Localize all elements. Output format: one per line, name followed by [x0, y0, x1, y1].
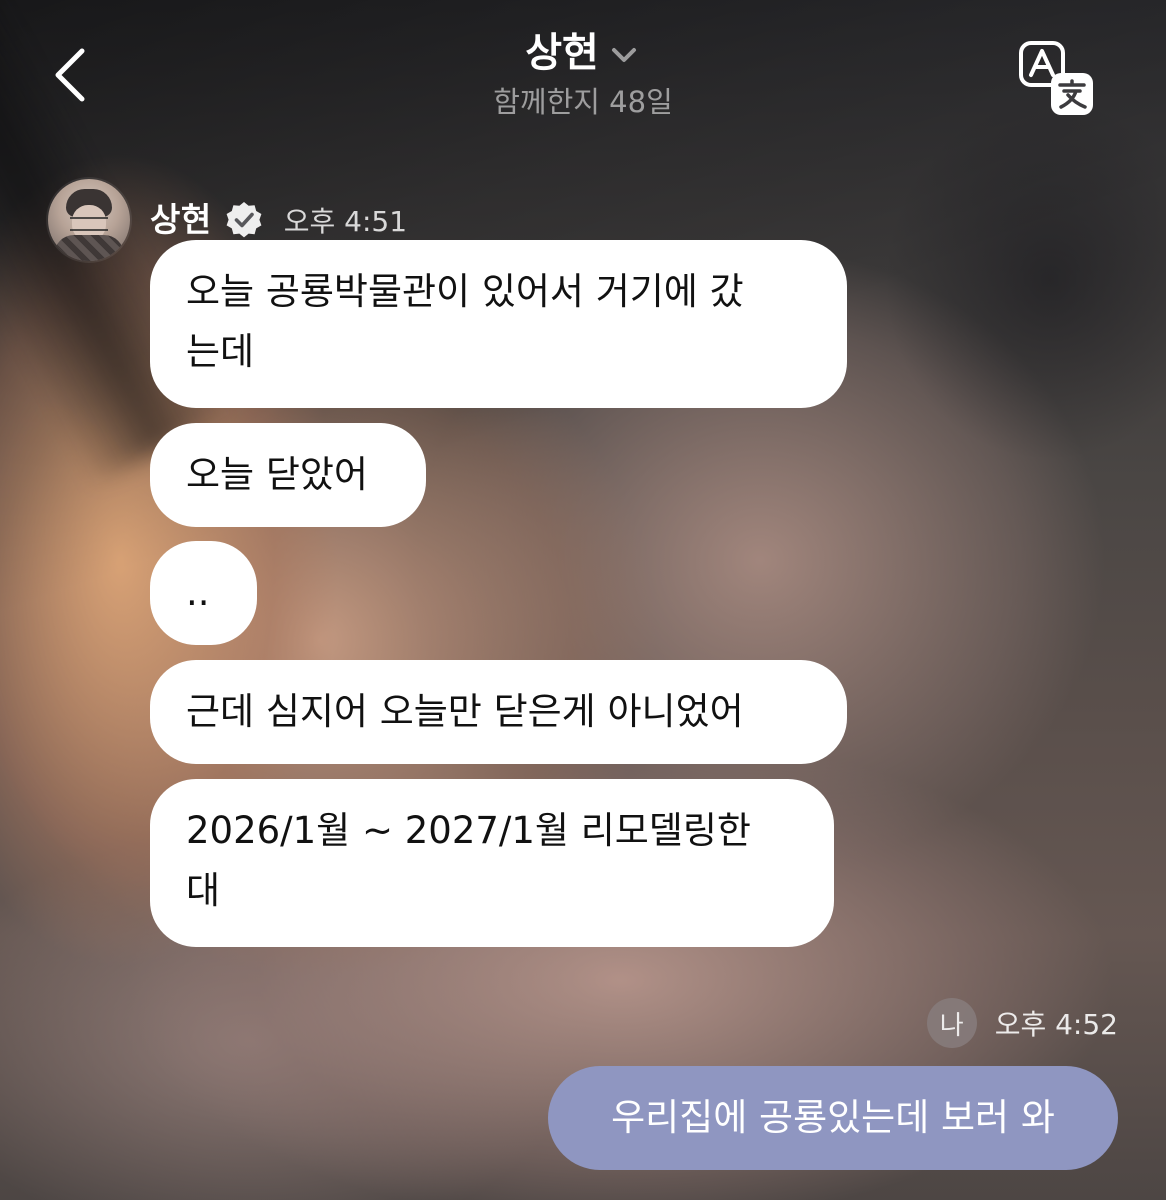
me-badge: 나: [926, 998, 977, 1048]
days-together-label: 함께한지 48일: [493, 85, 673, 119]
avatar-coat: [54, 235, 124, 261]
back-button[interactable]: [36, 40, 106, 110]
incoming-message-bubble[interactable]: ..: [150, 541, 257, 645]
incoming-message-bubble[interactable]: 근데 심지어 오늘만 닫은게 아니었어: [150, 660, 847, 764]
chevron-down-icon[interactable]: [607, 38, 641, 72]
chat-header: 상현 함께한지 48일: [0, 0, 1166, 150]
chat-title[interactable]: 상현: [525, 28, 599, 78]
incoming-message-bubble[interactable]: 오늘 공룡박물관이 있어서 거기에 갔 는데: [150, 240, 847, 408]
message-time: 오후 4:51: [283, 205, 408, 238]
my-message-time: 오후 4:52: [994, 1008, 1118, 1041]
verified-badge-icon: [224, 200, 264, 240]
sender-name[interactable]: 상현: [150, 200, 212, 240]
translate-button[interactable]: [1012, 34, 1102, 124]
chat-title-row[interactable]: 상현: [380, 28, 786, 78]
avatar-glasses: [70, 217, 108, 231]
translate-icon: [1019, 41, 1093, 115]
incoming-message-bubble[interactable]: 2026/1월 ~ 2027/1월 리모델링한 대: [150, 779, 834, 947]
chat-title-area[interactable]: 상현 함께한지 48일: [380, 28, 786, 120]
avatar[interactable]: [48, 179, 130, 261]
outgoing-message-bubble[interactable]: 우리집에 공룡있는데 보러 와: [548, 1066, 1118, 1170]
incoming-message-bubble[interactable]: 오늘 닫았어: [150, 423, 426, 527]
my-message-meta: 나 오후 4:52: [926, 996, 1118, 1050]
chevron-left-icon: [55, 48, 85, 102]
